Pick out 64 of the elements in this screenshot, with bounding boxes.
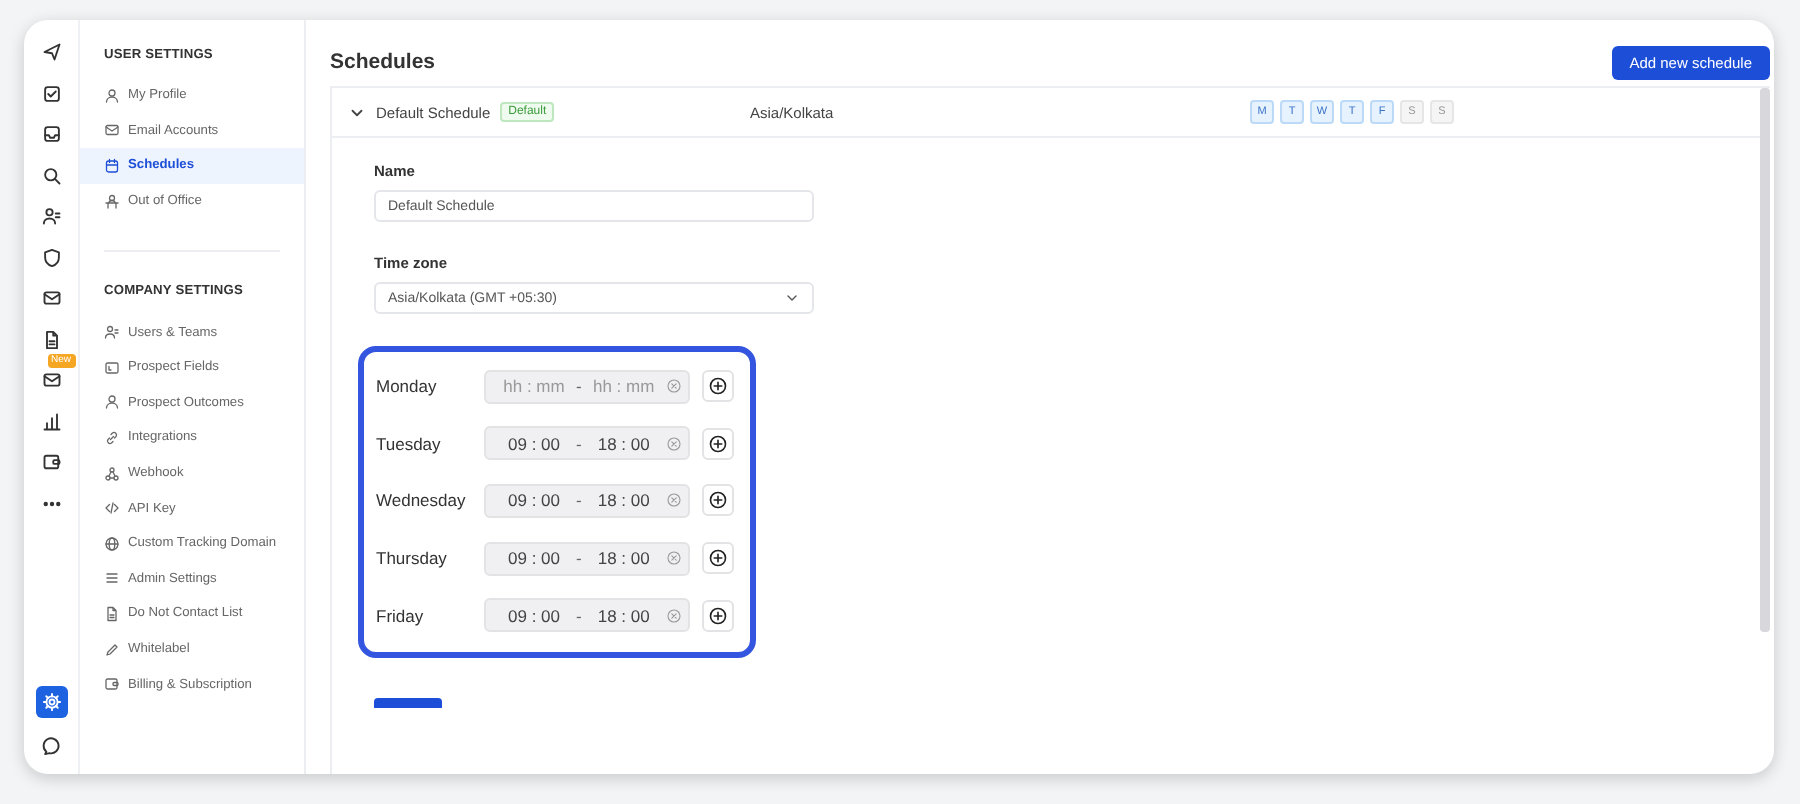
inbox-icon [41,124,61,144]
wallet-icon [41,452,61,472]
time-range-field[interactable]: 09 : 00 - 18 : 00 [484,541,690,576]
globe-icon [104,535,120,552]
time-input[interactable]: 09 : 00 [494,490,574,511]
checkbox-icon [41,83,61,103]
people-icon [41,206,61,226]
add-time-button[interactable] [702,542,734,575]
time-input[interactable]: 09 : 00 [494,605,574,626]
link-icon [104,429,120,446]
webhook-icon [104,465,120,482]
add-time-button[interactable] [702,484,734,517]
day-label: Monday [376,376,439,397]
send-icon [41,42,61,62]
chevron-icon [784,290,800,306]
add-time-button[interactable] [702,427,734,460]
day-label: Wednesday [376,490,468,511]
document-icon [41,329,61,349]
pen-icon [104,641,120,658]
list-icon [104,570,120,587]
day-label: Tuesday [376,433,443,454]
clear-icon [666,492,682,509]
time-input[interactable]: 18 : 00 [583,548,664,569]
time-input[interactable]: hh : mm [494,376,574,397]
settings-icon [41,692,61,712]
mail-icon [104,122,120,139]
chat-icon [41,736,61,756]
nav-button[interactable] [35,686,67,718]
plus-icon [708,490,728,511]
bar-chart-icon [41,411,61,431]
time-input[interactable]: 18 : 00 [583,433,664,454]
shield-icon [41,247,61,267]
mail-icon [41,370,61,390]
document-icon [104,605,120,622]
clear-icon [666,378,682,395]
time-range-field[interactable]: 09 : 00 - 18 : 00 [484,426,690,461]
time-input[interactable]: 18 : 00 [583,605,664,626]
people-icon [104,324,120,341]
search-icon [41,165,61,185]
plus-icon [708,605,728,626]
time-input[interactable]: hh : mm [583,376,664,397]
plus-icon [708,376,728,397]
time-range-field[interactable]: 09 : 00 - 18 : 00 [484,483,690,518]
time-input[interactable]: 09 : 00 [494,548,574,569]
code-icon [104,500,120,517]
clear-icon [666,607,682,624]
plus-icon [708,433,728,454]
save-button[interactable] [374,697,442,708]
field-icon [104,359,120,376]
calendar-icon [104,157,120,174]
day-label: Friday [376,605,426,626]
add-time-button[interactable] [702,599,734,632]
time-input[interactable]: 09 : 00 [494,433,574,454]
page-title: Schedules [330,50,436,74]
time-range-field[interactable]: 09 : 00 - 18 : 00 [484,598,690,633]
day-label: Thursday [376,548,449,569]
clear-icon [666,435,682,452]
add-time-button[interactable] [702,370,734,403]
clear-icon [666,550,682,567]
time-input[interactable]: 18 : 00 [583,490,664,511]
time-range-field[interactable]: hh : mm - hh : mm [484,369,690,404]
wallet-icon [104,676,120,693]
plus-icon [708,548,728,569]
mail-icon [41,288,61,308]
